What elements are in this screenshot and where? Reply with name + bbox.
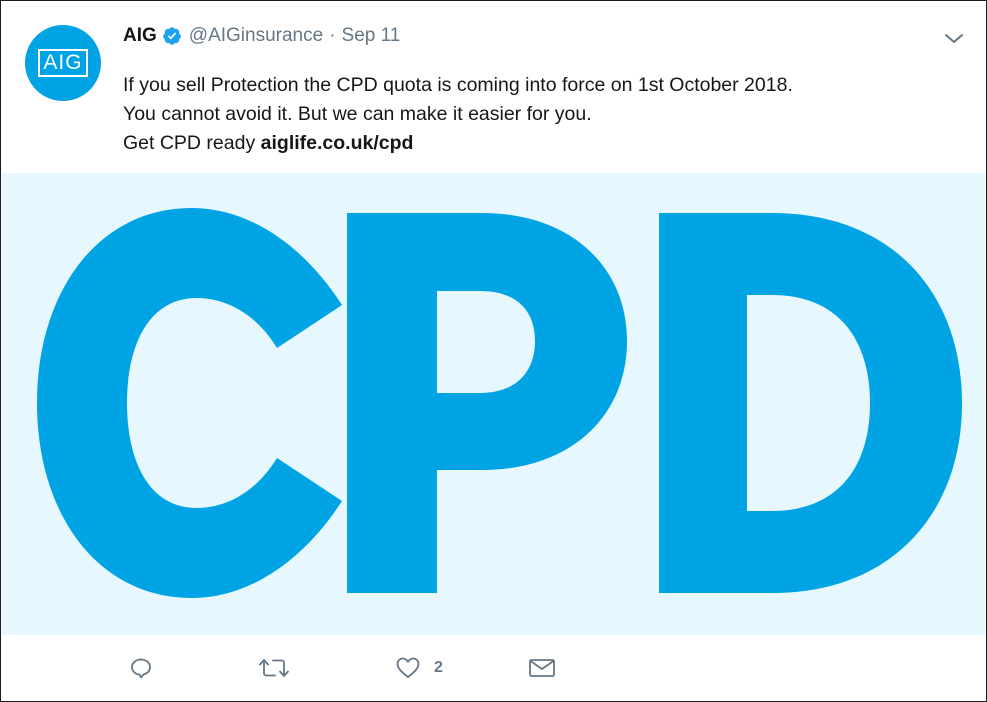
link-prefix: Get CPD ready xyxy=(123,132,261,154)
reply-icon xyxy=(129,656,153,680)
tweet-text-line: You cannot avoid it. But we can make it … xyxy=(123,103,592,125)
letter-p xyxy=(347,213,627,593)
verified-badge-icon xyxy=(162,26,182,46)
retweet-button[interactable] xyxy=(258,653,290,683)
tweet-date[interactable]: Sep 11 xyxy=(342,25,401,47)
tweet-media-image[interactable] xyxy=(2,173,985,635)
letter-d xyxy=(659,213,962,593)
heart-icon xyxy=(395,656,421,680)
cpd-graphic xyxy=(37,208,962,598)
envelope-icon xyxy=(528,656,556,680)
chevron-down-icon[interactable] xyxy=(942,27,966,51)
tweet-text-line: If you sell Protection the CPD quota is … xyxy=(123,74,793,96)
user-handle[interactable]: @AIGinsurance xyxy=(189,25,323,47)
tweet-text-line: Get CPD ready aiglife.co.uk/cpd xyxy=(123,129,793,158)
like-count: 2 xyxy=(434,659,443,676)
tweet-actions: 2 xyxy=(1,649,986,689)
reply-button[interactable] xyxy=(129,653,153,683)
retweet-icon xyxy=(258,656,290,680)
aig-logo-text: AIG xyxy=(43,51,83,74)
tweet-card[interactable]: AIG AIG @AIGinsurance · Sep 11 If you se… xyxy=(0,0,987,702)
letter-c xyxy=(37,208,342,598)
separator-dot: · xyxy=(329,25,336,46)
tweet-header: AIG @AIGinsurance · Sep 11 xyxy=(123,23,400,49)
direct-message-button[interactable] xyxy=(528,653,556,683)
like-button[interactable]: 2 xyxy=(395,653,443,683)
avatar[interactable]: AIG xyxy=(25,25,101,101)
display-name[interactable]: AIG xyxy=(123,25,157,47)
tweet-link[interactable]: aiglife.co.uk/cpd xyxy=(261,132,414,154)
tweet-text: If you sell Protection the CPD quota is … xyxy=(123,71,793,158)
